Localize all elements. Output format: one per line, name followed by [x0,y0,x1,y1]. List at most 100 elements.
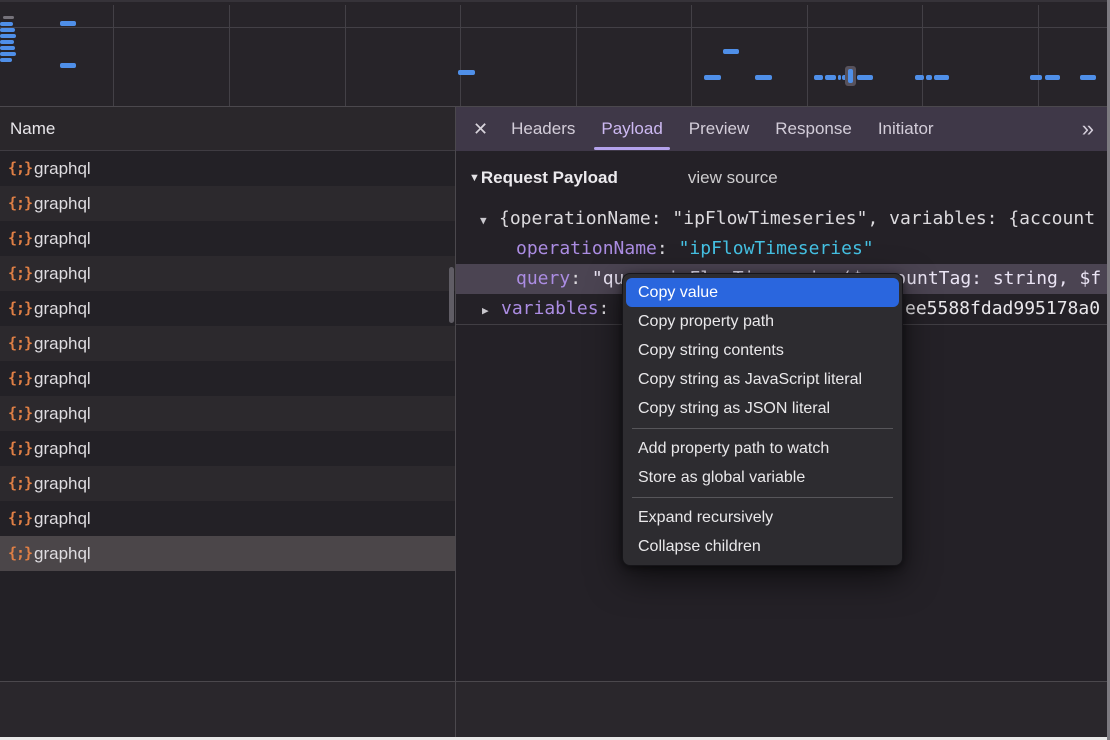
request-name: graphql [34,466,91,501]
menu-item-copy-string-contents[interactable]: Copy string contents [623,336,902,365]
triangle-down-icon[interactable]: ▼ [480,206,494,236]
request-row[interactable]: {;}graphql [0,431,455,466]
view-source-link[interactable]: view source [688,168,778,188]
request-name: graphql [34,326,91,361]
request-name: graphql [34,256,91,291]
waterfall-bar [838,75,841,80]
request-name: graphql [34,501,91,536]
request-name: graphql [34,396,91,431]
waterfall-bar [1080,75,1096,80]
network-overview[interactable] [0,0,1110,107]
json-braces-icon: {;} [8,361,34,396]
chevron-double-right-icon[interactable]: » [1082,116,1092,142]
waterfall-bar [458,70,475,75]
waterfall-bar [723,49,739,54]
menu-item-copy-value[interactable]: Copy value [626,278,899,307]
request-row[interactable]: {;}graphql [0,256,455,291]
overview-gridline [922,5,923,106]
request-name: graphql [34,291,91,326]
tab-headers[interactable]: Headers [498,107,588,151]
colon: : [657,238,679,259]
menu-item-copy-string-json-literal[interactable]: Copy string as JSON literal [623,394,902,423]
waterfall-bar [3,16,14,19]
request-row-selected[interactable]: {;}graphql [0,536,455,571]
menu-item-copy-property-path[interactable]: Copy property path [623,307,902,336]
waterfall-bar [704,75,721,80]
request-payload-section-header[interactable]: ▼Request Payload view source [469,164,1110,191]
devtools-network-panel: Name {;}graphql {;}graphql {;}graphql {;… [0,0,1110,740]
property-value-string: "ipFlowTimeseries" [679,238,874,259]
overview-gridline [807,5,808,106]
overview-gridline [1038,5,1039,106]
request-row[interactable]: {;}graphql [0,326,455,361]
waterfall-bar [915,75,924,80]
context-menu: Copy value Copy property path Copy strin… [622,273,903,566]
section-title: Request Payload [481,168,618,188]
waterfall-bar [0,46,15,50]
waterfall-bar [825,75,836,80]
json-braces-icon: {;} [8,326,34,361]
waterfall-bar [0,52,16,56]
scrollbar-thumb[interactable] [449,267,454,323]
waterfall-bar [926,75,932,80]
waterfall-bar [0,40,14,44]
request-row[interactable]: {;}graphql [0,291,455,326]
close-icon[interactable]: ✕ [473,107,488,151]
menu-item-store-as-global-variable[interactable]: Store as global variable [623,463,902,492]
request-row[interactable]: {;}graphql [0,466,455,501]
overview-gridline [460,5,461,106]
json-braces-icon: {;} [8,536,34,571]
overview-gridline [576,5,577,106]
request-row[interactable]: {;}graphql [0,186,455,221]
overview-gridline [113,5,114,106]
tab-response[interactable]: Response [762,107,865,151]
menu-item-collapse-children[interactable]: Collapse children [623,532,902,561]
property-row-operationname[interactable]: operationName: "ipFlowTimeseries" [456,234,1110,264]
request-name: graphql [34,151,91,186]
tab-preview[interactable]: Preview [676,107,762,151]
property-key: operationName [516,238,657,259]
json-braces-icon: {;} [8,396,34,431]
json-braces-icon: {;} [8,221,34,256]
tab-payload[interactable]: Payload [588,107,675,151]
waterfall-bar [0,58,12,62]
menu-item-add-property-path-to-watch[interactable]: Add property path to watch [623,434,902,463]
overview-gridline [345,5,346,106]
waterfall-bar [934,75,949,80]
request-name: graphql [34,186,91,221]
json-braces-icon: {;} [8,186,34,221]
tab-initiator[interactable]: Initiator [865,107,947,151]
panel-divider[interactable] [455,681,456,737]
waterfall-bar [0,34,16,38]
json-braces-icon: {;} [8,151,34,186]
triangle-right-icon[interactable]: ▶ [482,296,496,326]
request-name: graphql [34,536,91,571]
json-braces-icon: {;} [8,466,34,501]
request-row[interactable]: {;}graphql [0,221,455,256]
waterfall-bar [1045,75,1060,80]
object-preview-text: {operationName: "ipFlowTimeseries", vari… [499,208,1095,229]
request-row[interactable]: {;}graphql [0,501,455,536]
overview-gridline [691,5,692,106]
request-row[interactable]: {;}graphql [0,151,455,186]
request-name: graphql [34,431,91,466]
name-column-header[interactable]: Name [0,107,455,151]
json-braces-icon: {;} [8,431,34,466]
waterfall-bar [60,63,76,68]
request-name: graphql [34,221,91,256]
json-braces-icon: {;} [8,256,34,291]
request-name: graphql [34,361,91,396]
colon: : [570,268,592,289]
object-preview-row[interactable]: ▼{operationName: "ipFlowTimeseries", var… [456,204,1110,234]
waterfall-bar [60,21,76,26]
triangle-down-icon: ▼ [469,172,480,184]
colon: : [599,298,610,319]
request-row[interactable]: {;}graphql [0,396,455,431]
menu-item-expand-recursively[interactable]: Expand recursively [623,503,902,532]
overview-gridline [229,5,230,106]
menu-item-copy-string-js-literal[interactable]: Copy string as JavaScript literal [623,365,902,394]
request-row[interactable]: {;}graphql [0,361,455,396]
request-list-panel: Name {;}graphql {;}graphql {;}graphql {;… [0,107,456,681]
json-braces-icon: {;} [8,501,34,536]
waterfall-bar [1030,75,1042,80]
